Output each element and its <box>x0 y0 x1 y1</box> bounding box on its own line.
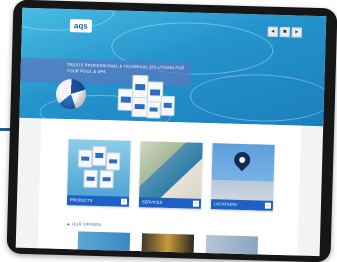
offer-thumbnail[interactable] <box>141 233 195 255</box>
water-ripple <box>189 72 327 124</box>
menu-button[interactable]: ■ <box>279 26 290 38</box>
arrow-right-icon[interactable]: › <box>192 200 200 207</box>
card-products[interactable]: PRODUCTS › <box>66 139 131 207</box>
product-bucket-image <box>146 101 161 119</box>
offer-thumbnail[interactable] <box>205 234 259 257</box>
product-bucket-image <box>160 95 175 117</box>
site-logo[interactable]: aqs <box>69 19 93 33</box>
product-bucket-image <box>83 169 98 188</box>
arrow-right-icon[interactable]: › <box>120 198 128 205</box>
section-title: ▲ OUR OFFERS <box>66 221 102 228</box>
product-bucket-image <box>99 170 114 189</box>
tablet-device-frame: aqs ◂ ■ ▸ TREATS PROFESSIONAL & TECHNICA… <box>6 0 337 262</box>
map-pin-icon <box>230 148 254 172</box>
hero-text-banner: TREATS PROFESSIONAL & TECHNICAL SOLUTION… <box>20 57 191 87</box>
card-locations[interactable]: LOCATIONS › <box>210 143 275 211</box>
card-caption-bar: PRODUCTS › <box>66 195 130 207</box>
card-label: PRODUCTS <box>69 197 93 203</box>
product-bucket-image <box>105 152 121 171</box>
card-services[interactable]: SERVICES › <box>138 141 203 209</box>
content-panel: PRODUCTS › SERVICES › LOCATIONS › ▲ OUR … <box>37 118 302 257</box>
prev-button[interactable]: ◂ <box>267 26 278 37</box>
offer-thumbnail[interactable] <box>77 231 131 253</box>
card-label: SERVICES <box>141 199 163 205</box>
card-label: LOCATIONS <box>213 201 237 207</box>
arrow-right-icon[interactable]: › <box>264 202 272 209</box>
card-caption-bar: SERVICES › <box>138 197 202 209</box>
product-bucket-image <box>77 149 93 168</box>
card-caption-bar: LOCATIONS › <box>210 199 274 211</box>
website-screen: aqs ◂ ■ ▸ TREATS PROFESSIONAL & TECHNICA… <box>15 7 327 257</box>
hero-headline: TREATS PROFESSIONAL & TECHNICAL SOLUTION… <box>66 62 185 75</box>
water-ripple <box>19 7 115 33</box>
hero-banner: aqs ◂ ■ ▸ TREATS PROFESSIONAL & TECHNICA… <box>19 7 327 127</box>
product-bucket-image <box>91 145 107 167</box>
next-button[interactable]: ▸ <box>291 27 302 38</box>
